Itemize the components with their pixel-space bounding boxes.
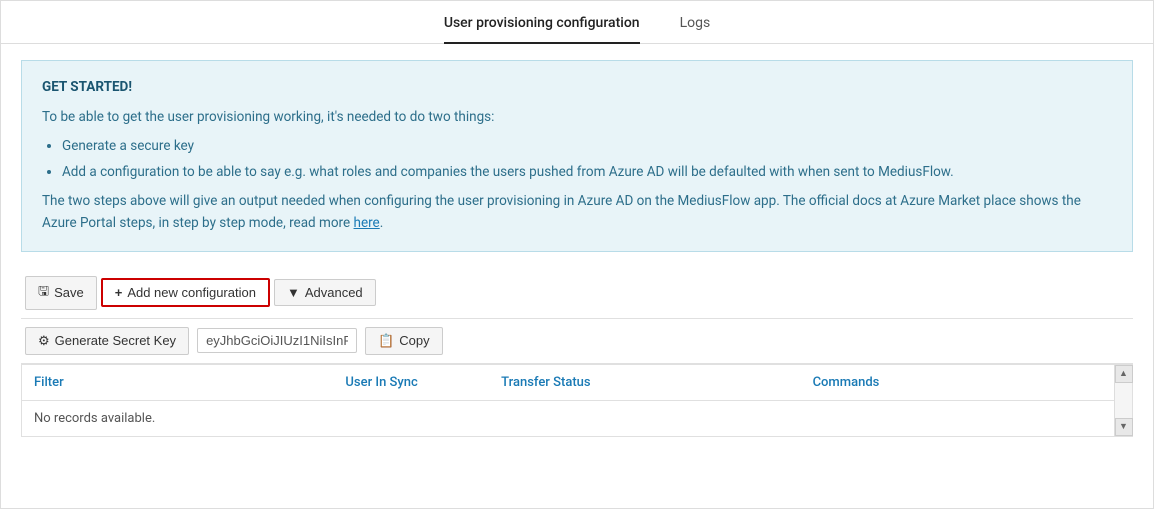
table-body-empty: No records available. <box>22 401 1132 436</box>
info-box-bullet-2: Add a configuration to be able to say e.… <box>62 162 1112 184</box>
column-user-in-sync: User In Sync <box>333 365 489 400</box>
column-transfer-status: Transfer Status <box>489 365 800 400</box>
advanced-button[interactable]: ▼ Advanced <box>274 279 376 306</box>
tabs-header: User provisioning configuration Logs <box>1 1 1153 44</box>
content-area: GET STARTED! To be able to get the user … <box>1 44 1153 453</box>
advanced-label: Advanced <box>305 285 363 300</box>
save-button[interactable]: 🖫 Save <box>25 276 97 310</box>
gear-icon: ⚙ <box>38 333 50 349</box>
generate-secret-key-button[interactable]: ⚙ Generate Secret Key <box>25 327 189 355</box>
info-box-title: GET STARTED! <box>42 77 1112 99</box>
add-new-configuration-button[interactable]: + Add new configuration <box>101 278 270 307</box>
here-link[interactable]: here <box>354 215 380 231</box>
copy-icon: 📋 <box>378 333 394 349</box>
secret-key-input[interactable] <box>197 328 357 353</box>
secret-key-row: ⚙ Generate Secret Key 📋 Copy <box>21 319 1133 364</box>
info-box: GET STARTED! To be able to get the user … <box>21 60 1133 252</box>
tab-logs[interactable]: Logs <box>680 15 711 43</box>
scroll-down-arrow[interactable]: ▼ <box>1115 418 1133 436</box>
table-header: Filter User In Sync Transfer Status Comm… <box>22 365 1132 401</box>
table-container: Filter User In Sync Transfer Status Comm… <box>21 364 1133 437</box>
toolbar: 🖫 Save + Add new configuration ▼ Advance… <box>21 268 1133 319</box>
scroll-up-arrow[interactable]: ▲ <box>1115 365 1133 383</box>
info-box-footer: The two steps above will give an output … <box>42 191 1112 234</box>
column-filter: Filter <box>22 365 333 400</box>
save-icon: 🖫 <box>38 282 49 304</box>
copy-label: Copy <box>399 333 429 348</box>
tab-user-provisioning[interactable]: User provisioning configuration <box>444 15 640 43</box>
page-wrapper: User provisioning configuration Logs GET… <box>0 0 1154 509</box>
scrollbar[interactable]: ▲ ▼ <box>1114 365 1132 436</box>
column-commands: Commands <box>801 365 1112 400</box>
copy-button[interactable]: 📋 Copy <box>365 327 443 355</box>
info-box-bullet-1: Generate a secure key <box>62 136 1112 158</box>
info-box-list: Generate a secure key Add a configuratio… <box>62 136 1112 183</box>
generate-key-label: Generate Secret Key <box>55 333 176 348</box>
save-label: Save <box>54 285 84 300</box>
add-config-label: Add new configuration <box>127 285 256 300</box>
info-box-intro: To be able to get the user provisioning … <box>42 107 1112 129</box>
advanced-arrow-icon: ▼ <box>287 285 300 300</box>
plus-icon: + <box>115 285 123 300</box>
